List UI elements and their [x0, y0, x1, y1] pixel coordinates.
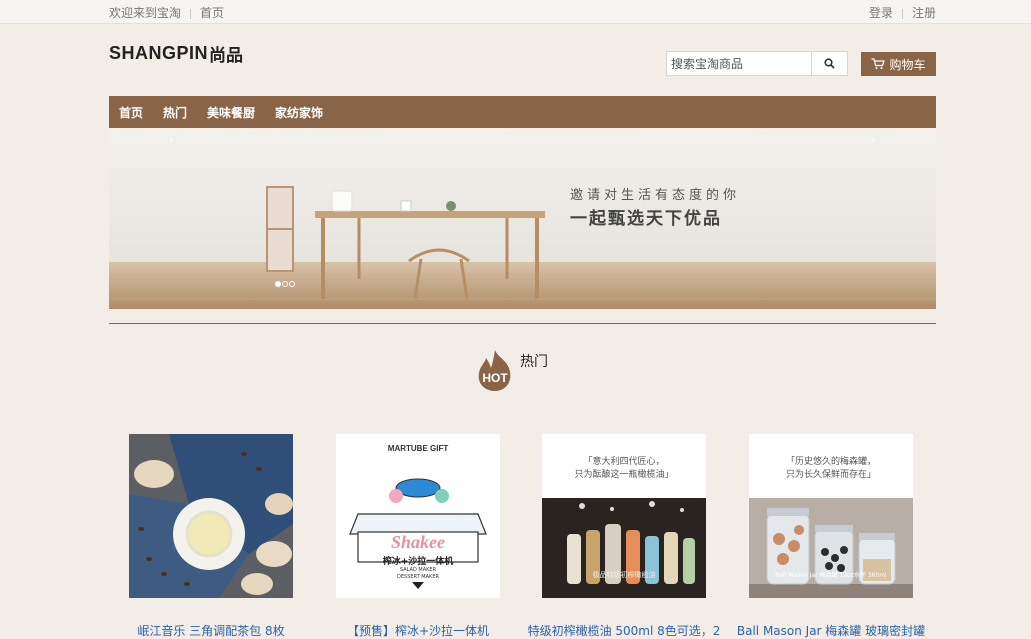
banner-next-arrow[interactable]: ›: [871, 133, 876, 147]
product-card[interactable]: 「历史悠久的梅森罐， 只为长久保鲜而存在」 Ball Mason Jar 梅森罐…: [737, 434, 925, 638]
hero-banner[interactable]: ‹ › 邀请对生活有态度的你 一起甄选天下优品: [109, 129, 936, 309]
product-name[interactable]: Ball Mason Jar 梅森罐 玻璃密封罐: [719, 622, 943, 639]
search-icon: [824, 58, 835, 69]
product-image[interactable]: [129, 434, 293, 598]
hot-badge-text: HOT: [482, 371, 508, 385]
product-image-caption: 只为酝酿这一瓶橄榄油」: [574, 470, 674, 480]
top-bar-right: 登录 注册: [869, 4, 936, 21]
banner-image: [109, 129, 936, 309]
login-link[interactable]: 登录: [869, 6, 893, 20]
banner-prev-arrow[interactable]: ‹: [169, 133, 174, 147]
product-image-caption: 「历史悠久的梅森罐，: [785, 457, 876, 467]
product-card[interactable]: MARTUBE GIFT Shakee 榨冰+沙拉一体机 SALAD MAKER…: [336, 434, 500, 638]
divider: [901, 8, 903, 19]
hot-section-title: 热门: [520, 354, 548, 370]
nav-item-kitchen[interactable]: 美味餐厨: [207, 104, 255, 121]
carousel-dot-1[interactable]: [275, 281, 281, 287]
nav-item-home-textiles[interactable]: 家纺家饰: [275, 104, 323, 121]
product-image-caption: Ball Mason Jar 梅森罐 12oz水杯 360ml: [775, 572, 887, 579]
search-input[interactable]: [667, 52, 813, 75]
product-card[interactable]: 岷江音乐 三角调配茶包 8枚: [129, 434, 293, 638]
logo-text-cn: 尚品: [209, 45, 244, 66]
product-image[interactable]: MARTUBE GIFT Shakee 榨冰+沙拉一体机 SALAD MAKER…: [336, 434, 500, 598]
product-image-caption: 只为长久保鲜而存在」: [785, 470, 876, 480]
top-bar-left: 欢迎来到宝淘 首页: [109, 4, 224, 21]
macaron-tea-image: [129, 434, 293, 598]
product-image-caption: SALAD MAKER: [399, 567, 437, 573]
section-divider: [109, 323, 936, 324]
banner-tagline: 邀请对生活有态度的你: [570, 188, 741, 203]
product-image-caption: 极品特级初榨橄榄油: [592, 571, 656, 579]
search-button[interactable]: [811, 52, 847, 75]
product-name[interactable]: 【预售】榨冰+沙拉一体机: [306, 622, 530, 639]
top-bar: 欢迎来到宝淘 首页 登录 注册: [0, 0, 1031, 24]
product-image-caption: 榨冰+沙拉一体机: [382, 557, 454, 567]
product-name[interactable]: 岷江音乐 三角调配茶包 8枚: [99, 622, 323, 639]
product-card[interactable]: 「意大利四代匠心， 只为酝酿这一瓶橄榄油」 极品特级初榨橄榄油 特级初榨橄榄油 …: [528, 434, 720, 638]
home-link[interactable]: 首页: [200, 6, 224, 20]
carousel-dot-2[interactable]: [282, 281, 288, 287]
hot-flame-icon: HOT: [478, 350, 511, 391]
cart-icon: [871, 58, 886, 69]
site-logo[interactable]: SHANGPIN 尚品: [109, 42, 244, 66]
product-image-caption: DESSERT MAKER: [397, 574, 439, 580]
nav-item-home[interactable]: 首页: [119, 104, 143, 121]
product-image-caption: Shakee: [391, 532, 445, 552]
divider: [190, 8, 192, 19]
product-image-caption: MARTUBE GIFT: [387, 444, 449, 453]
register-link[interactable]: 注册: [912, 6, 936, 20]
cart-button[interactable]: 购物车: [861, 52, 936, 76]
product-image[interactable]: 「历史悠久的梅森罐， 只为长久保鲜而存在」 Ball Mason Jar 梅森罐…: [749, 434, 913, 598]
search-box: [666, 51, 848, 76]
product-image[interactable]: 「意大利四代匠心， 只为酝酿这一瓶橄榄油」 极品特级初榨橄榄油: [542, 434, 706, 598]
carousel-dots: [275, 281, 296, 287]
product-name[interactable]: 特级初榨橄榄油 500ml 8色可选，2: [512, 622, 736, 639]
hot-section-header: HOT 热门: [474, 348, 548, 392]
welcome-text: 欢迎来到宝淘: [109, 6, 182, 20]
carousel-dot-3[interactable]: [289, 281, 295, 287]
logo-text-en: SHANGPIN: [109, 42, 209, 63]
banner-headline: 一起甄选天下优品: [570, 209, 722, 229]
main-nav: 首页 热门 美味餐厨 家纺家饰: [109, 96, 936, 128]
product-image-caption: 「意大利四代匠心，: [583, 457, 665, 467]
nav-item-hot[interactable]: 热门: [163, 104, 187, 121]
cart-label: 购物车: [889, 57, 926, 72]
